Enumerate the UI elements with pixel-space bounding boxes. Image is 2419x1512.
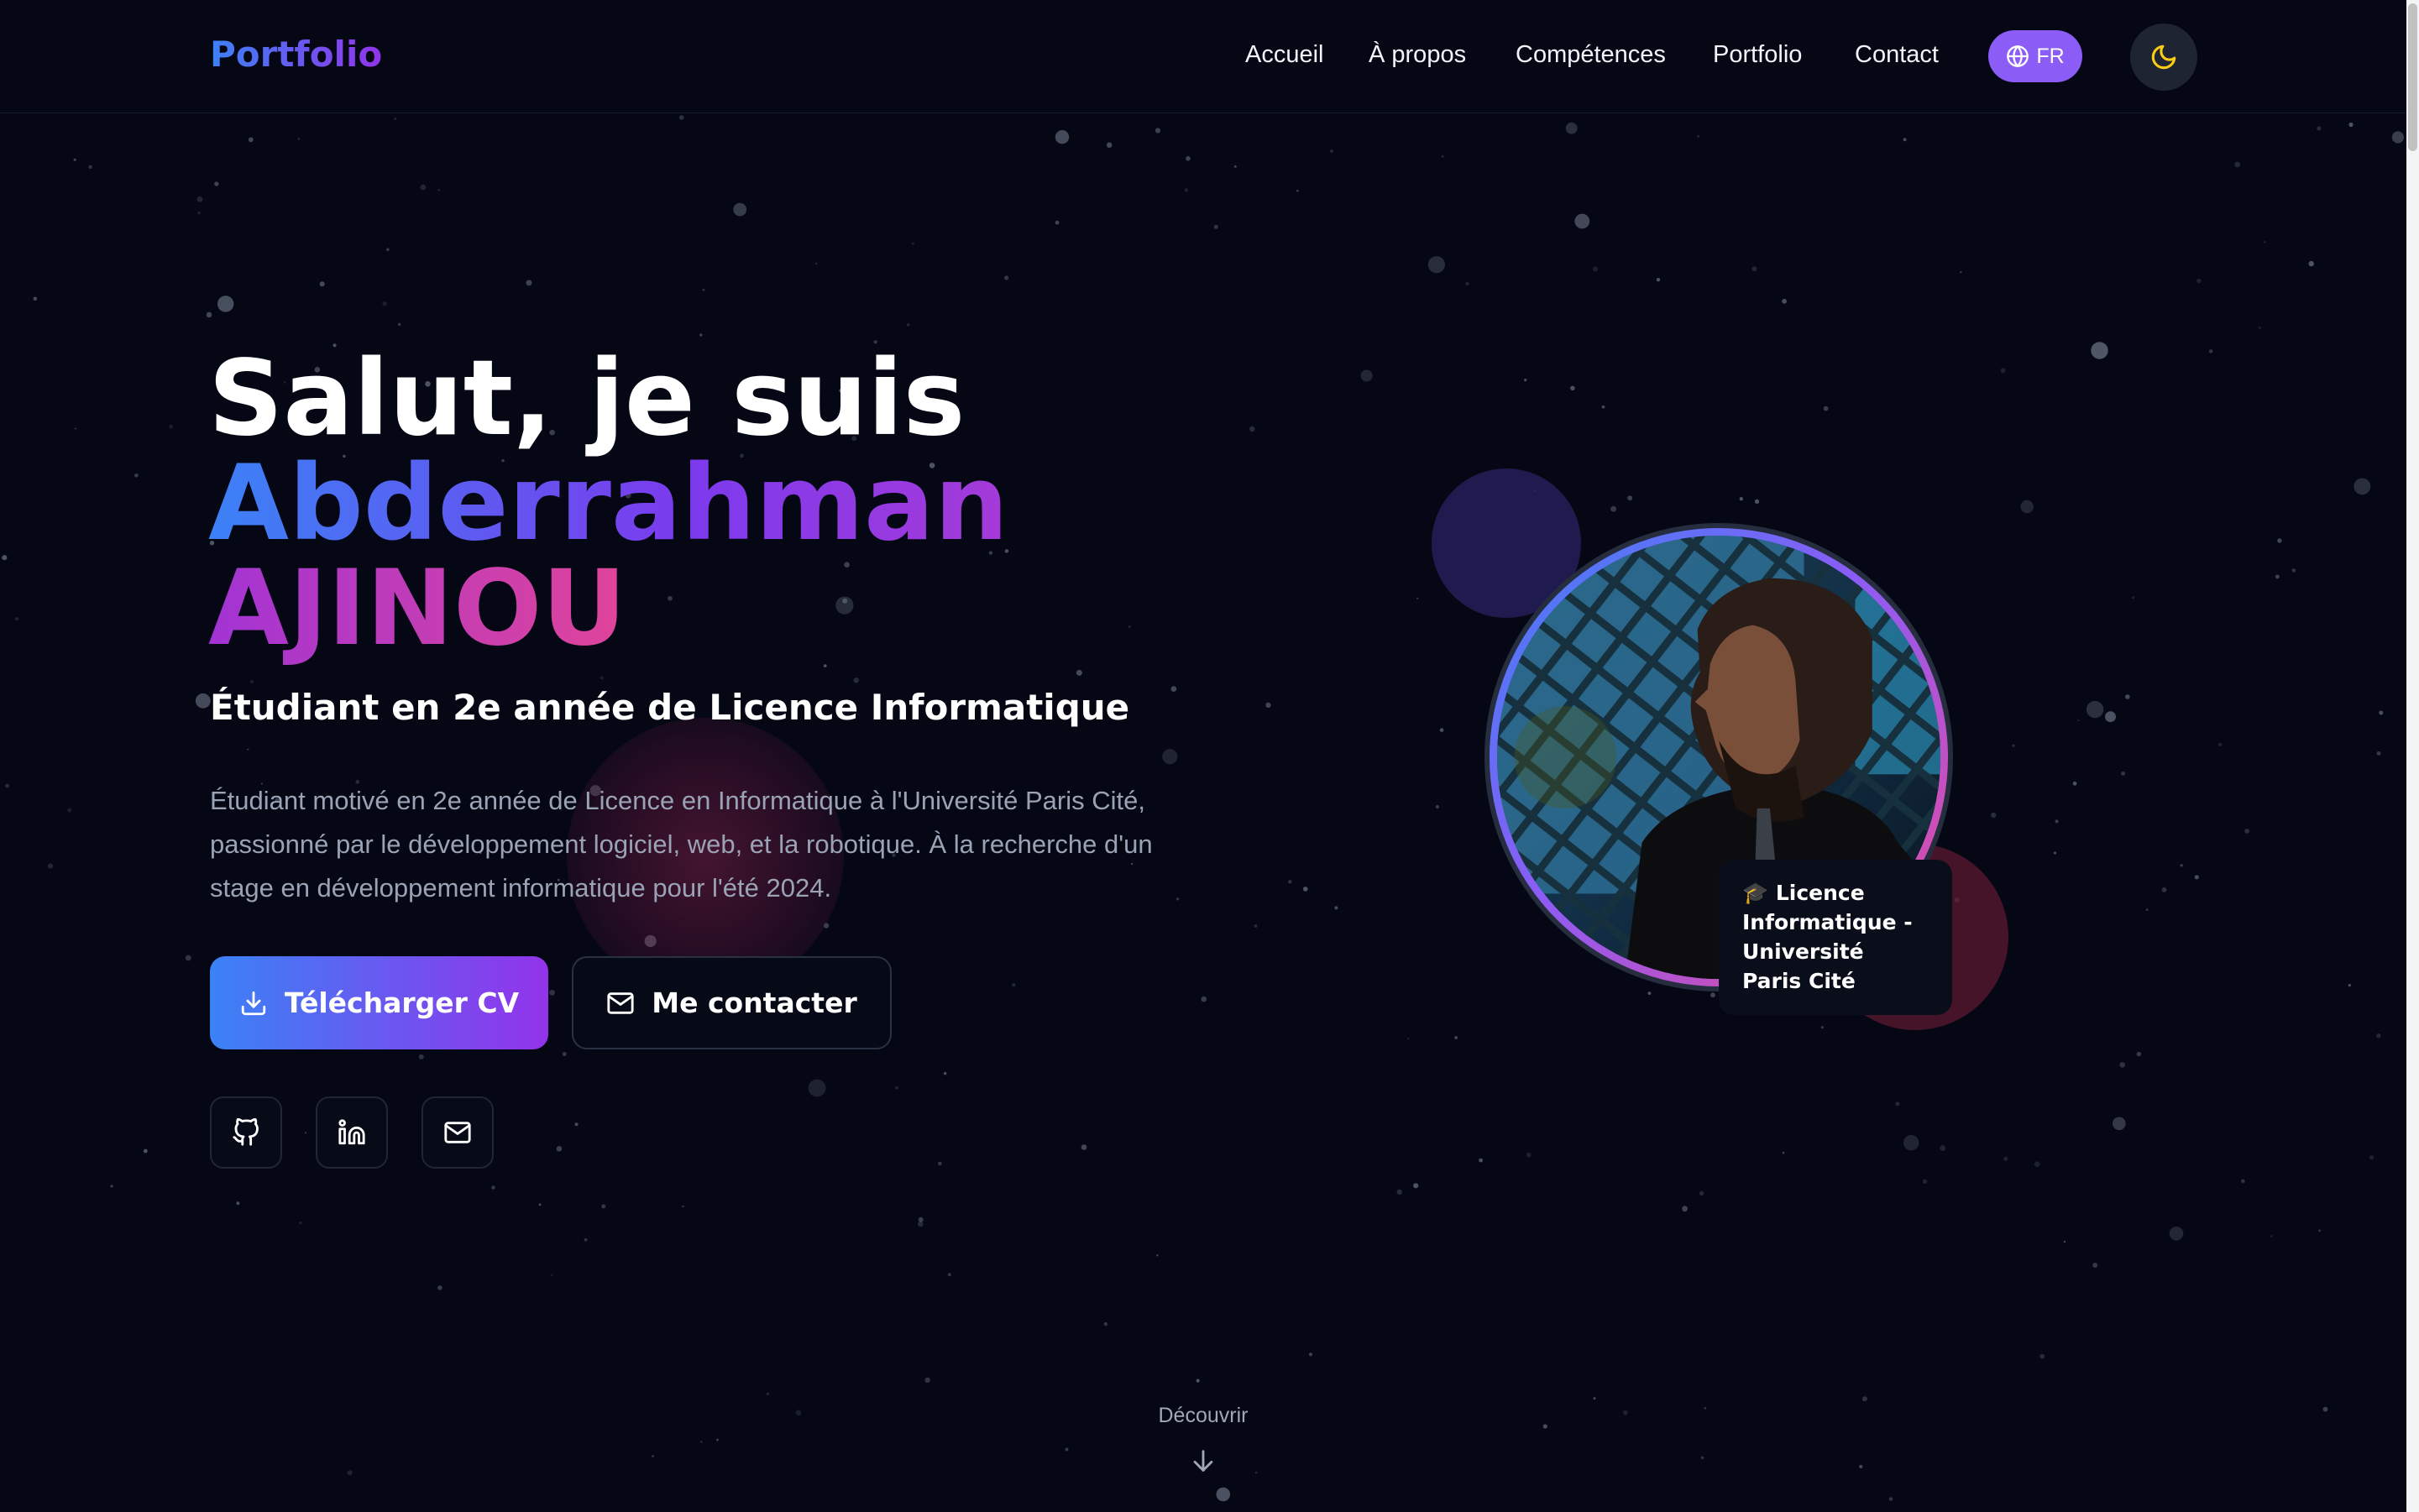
graduation-cap-icon: 🎓: [1742, 881, 1769, 905]
nav-link-contact[interactable]: Contact: [1855, 41, 1939, 69]
linkedin-link[interactable]: [316, 1096, 388, 1169]
theme-toggle-button[interactable]: [2130, 24, 2197, 91]
arrow-down-icon[interactable]: [1189, 1446, 1217, 1476]
linkedin-icon: [338, 1119, 365, 1145]
download-cv-button[interactable]: Télécharger CV: [210, 956, 548, 1049]
globe-icon: [2007, 45, 2029, 67]
site-header: Portfolio Accueil À propos Compétences P…: [0, 0, 2406, 113]
language-toggle-button[interactable]: FR: [1988, 30, 2082, 82]
mail-icon: [444, 1122, 471, 1143]
nav-link-portfolio[interactable]: Portfolio: [1713, 41, 1802, 69]
hero-subtitle: Étudiant en 2e année de Licence Informat…: [210, 687, 1130, 728]
download-cv-label: Télécharger CV: [284, 986, 520, 1019]
github-link[interactable]: [210, 1096, 282, 1169]
nav-link-competences[interactable]: Compétences: [1516, 41, 1666, 69]
download-icon: [241, 991, 265, 1015]
github-icon: [233, 1118, 259, 1146]
page-scrollbar[interactable]: [2406, 0, 2419, 1512]
language-label: FR: [2036, 44, 2065, 68]
nav-link-accueil[interactable]: Accueil: [1245, 41, 1324, 69]
scroll-hint-label[interactable]: Découvrir: [1125, 1404, 1281, 1428]
education-badge: 🎓 Licence Informatique - Université Pari…: [1719, 860, 1952, 1015]
moon-icon: [2151, 44, 2176, 70]
hero-first-name: Abderrahman: [208, 443, 1009, 564]
contact-button[interactable]: Me contacter: [572, 956, 892, 1049]
starfield-background: [2, 115, 2404, 1502]
nav-link-a-propos[interactable]: À propos: [1369, 41, 1466, 69]
hero-greeting: Salut, je suis: [208, 338, 966, 459]
contact-label: Me contacter: [652, 986, 857, 1019]
hero-description: Étudiant motivé en 2e année de Licence e…: [210, 786, 1153, 902]
scrollbar-thumb[interactable]: [2408, 3, 2417, 151]
email-link[interactable]: [421, 1096, 494, 1169]
education-badge-text: Licence Informatique - Université Paris …: [1742, 881, 1913, 993]
mail-icon: [607, 991, 634, 1014]
hero-last-name: AJINOU: [208, 548, 627, 669]
